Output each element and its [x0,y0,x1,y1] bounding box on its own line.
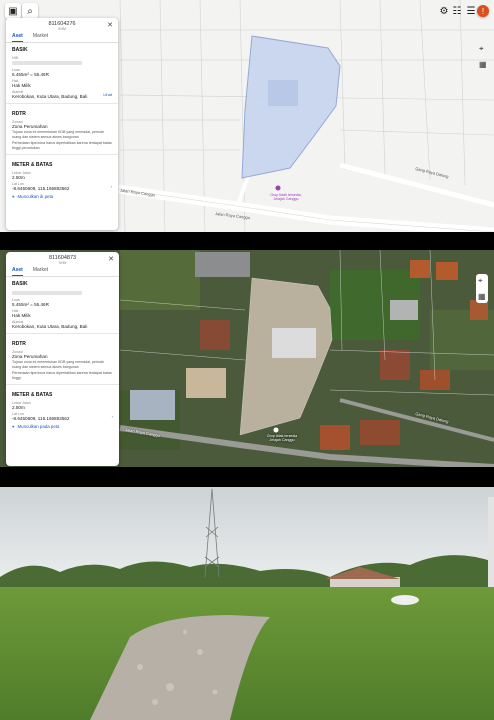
map-view[interactable]: Jalan Raya Canggu Jalan Raya Canggu Gang… [0,0,494,232]
sat-show-on-map-label: Munculkan pada peta [17,423,60,429]
parcel-info-panel: 811604276 SHM ✕ Aset Market BASIK NIB Lu… [6,18,118,230]
luas-value: 5.455m² = 55.46R [12,72,49,77]
tab-market[interactable]: Market [33,33,48,42]
sat-zona-note: Perbedaan tipe/zona harus diperhatikan k… [12,371,112,381]
sat-show-on-map-link[interactable]: ⌖ Munculkan pada peta [6,422,119,431]
sat-section-meter: METER & BATAS [12,391,53,398]
sat-parcel-sub: SHM [58,261,67,265]
map-pin-icon: ⌖ [12,193,15,199]
hak-value: Hak Milik [12,83,31,88]
sat-tab-aset[interactable]: Aset [12,267,23,276]
map-controls: ⌖ ▦ [479,44,487,69]
site-photo-image [0,487,494,720]
qr-icon[interactable]: ▦ [479,60,487,69]
sat-location-pin-icon[interactable]: ⌖ [478,276,486,286]
section-meter: METER & BATAS [12,161,53,168]
sat-parcel-info-panel: 811604873 SHM ✕ Aset Market BASIK Luas 5.… [6,252,119,466]
lebar-value: 2.50m [12,174,25,180]
site-photo [0,487,494,720]
zona-value: Zona Perumahan [12,124,48,129]
sat-luas-value: 5.455m² = 55.46R [12,302,49,307]
sat-qr-icon[interactable]: ▦ [478,292,486,301]
alert-icon[interactable]: ! [477,5,489,17]
alamat-value: Kerobokan, Kuta Utara, Badung, Bali [12,94,88,99]
sat-panel-tabs: Aset Market [6,265,119,277]
latlon-value: -8.6450609, 115.166883562 [12,185,70,191]
show-on-map-label: Munculkan di peta [17,193,54,199]
sat-map-controls: ⌖ ▦ [476,274,488,303]
layers-icon[interactable]: ▣ [5,3,21,19]
search-icon[interactable]: ⌕ [22,3,38,19]
sat-tab-market[interactable]: Market [33,267,48,276]
nib-label: NIB [12,56,18,60]
sat-chevron-right-icon[interactable]: › [112,414,113,419]
sat-hak-value: Hak Milik [12,313,31,318]
nib-redacted [12,60,82,65]
sat-close-icon[interactable]: ✕ [108,255,114,263]
sat-map-pin-icon: ⌖ [12,423,15,429]
sat-latlon-value: -8.6450609, 115.166883562 [12,415,70,421]
marker-label: Grup tidak tersedia, Jelajah Canggu [270,193,302,201]
sat-section-rdtr: RDTR [12,341,26,347]
chevron-right-icon[interactable]: › [111,184,112,189]
parcel-sub: SHM [58,27,66,31]
sat-alamat-value: Kerobokan, Kuta Utara, Badung, Bali [12,324,88,329]
satellite-view[interactable]: Jalan Raya Canggu Gang Raya Dalung Grup … [0,250,494,467]
show-on-map-link[interactable]: ⌖ Munculkan di peta [6,192,118,201]
close-icon[interactable]: ✕ [107,21,113,29]
sat-marker-label: Grup tidak tersedia Jelajah Canggu [266,434,298,442]
panel-header: 811604276 SHM ✕ [6,18,118,31]
section-rdtr: RDTR [12,111,26,117]
sat-zona-description: Tujuan zona ini menentukan KDB yang mema… [12,360,104,369]
alamat-link[interactable]: Lihat [103,92,112,97]
sat-section-basic: BASIK [12,281,28,287]
zona-description: Tujuan zona ini menentukan KDB yang mema… [12,130,104,139]
panel-tabs: Aset Market [6,31,118,43]
section-basic: BASIK [12,47,28,53]
sat-zona-value: Zona Perumahan [12,354,48,359]
sat-nib-redacted [12,290,82,295]
sat-panel-header: 811604873 SHM ✕ [6,252,119,265]
zona-note: Perbedaan tipe/zona harus diperhatikan k… [12,141,112,151]
tab-aset[interactable]: Aset [12,33,23,42]
location-pin-icon[interactable]: ⌖ [479,44,487,54]
sat-lebar-value: 2.50m [12,404,25,410]
